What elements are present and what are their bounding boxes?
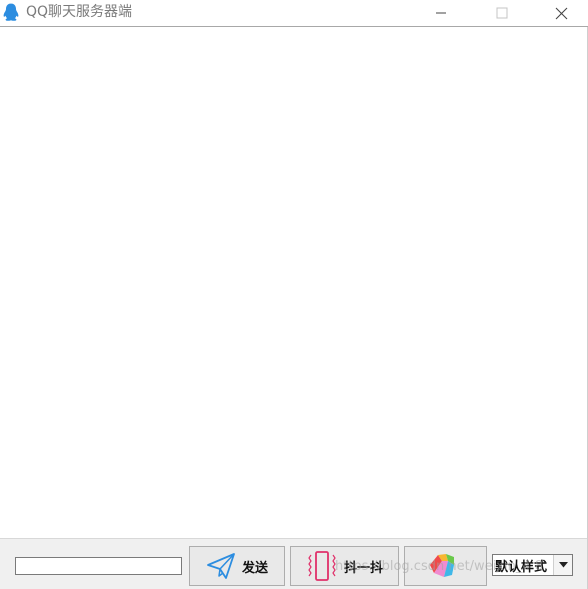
vibrate-phone-icon xyxy=(308,551,336,581)
style-select[interactable]: 默认样式 xyxy=(492,554,573,576)
minimize-icon xyxy=(436,12,446,14)
message-input[interactable] xyxy=(15,557,182,575)
send-button[interactable]: 发送 xyxy=(189,546,285,586)
color-palette-icon xyxy=(429,554,454,577)
send-label: 发送 xyxy=(241,560,268,576)
close-button[interactable] xyxy=(538,0,584,26)
title-bar: QQ聊天服务器端 xyxy=(0,0,588,27)
maximize-button[interactable] xyxy=(479,0,525,26)
chevron-down-icon[interactable] xyxy=(553,555,572,575)
message-display-area[interactable] xyxy=(0,27,587,538)
qq-penguin-icon xyxy=(3,3,19,21)
paper-plane-icon xyxy=(207,553,235,579)
app-window: QQ聊天服务器端 发送 抖一抖 默认样式 https://blog.csdn.n… xyxy=(0,0,588,589)
close-icon xyxy=(555,7,567,19)
shake-label: 抖一抖 xyxy=(343,560,383,576)
color-button[interactable] xyxy=(404,546,487,586)
minimize-button[interactable] xyxy=(418,0,464,26)
shake-button[interactable]: 抖一抖 xyxy=(290,546,399,586)
style-select-value: 默认样式 xyxy=(495,559,548,575)
maximize-icon xyxy=(496,7,508,19)
window-title: QQ聊天服务器端 xyxy=(26,4,133,20)
